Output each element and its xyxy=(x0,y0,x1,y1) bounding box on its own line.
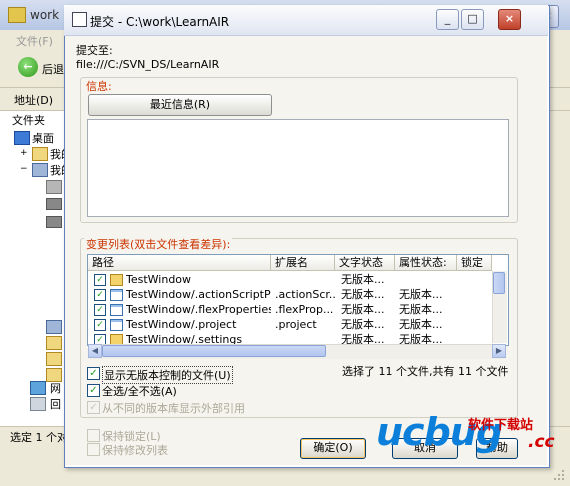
row-path: TestWindow/.project xyxy=(126,318,237,331)
submit-to-label: 提交至: xyxy=(76,44,113,57)
info-group-label: 信息: xyxy=(84,78,114,94)
row-property-status: 无版本... xyxy=(399,288,443,301)
drive-icon xyxy=(46,180,62,194)
watermark-domain: .cc xyxy=(528,432,555,452)
explorer-status-text: 选定 1 个对 xyxy=(10,431,68,444)
file-icon xyxy=(110,319,123,331)
explorer-title: work xyxy=(30,8,60,22)
collapse-icon[interactable]: − xyxy=(20,164,28,174)
scroll-left-icon[interactable]: ◀ xyxy=(88,344,102,358)
drive-icon xyxy=(46,320,62,334)
dialog-maximize-button[interactable]: □ xyxy=(461,9,484,30)
column-header-text-status[interactable]: 文字状态 xyxy=(335,255,395,271)
recycle-bin-icon xyxy=(30,397,46,411)
changes-group-label: 变更列表(双击文件查看差异): xyxy=(84,236,233,252)
documents-icon xyxy=(32,147,48,161)
expand-icon[interactable]: + xyxy=(20,148,28,158)
row-property-status: 无版本... xyxy=(399,303,443,316)
column-header-property-status[interactable]: 属性状态: xyxy=(395,255,457,271)
row-checkbox[interactable]: ✓ xyxy=(94,289,106,301)
select-all-checkbox[interactable]: ✓ xyxy=(87,384,100,397)
row-property-status xyxy=(399,272,454,287)
folder-icon xyxy=(110,274,123,286)
resize-grip-icon[interactable] xyxy=(550,466,566,482)
recent-messages-button[interactable]: 最近信息(R) xyxy=(88,94,272,116)
desktop-icon xyxy=(14,131,30,145)
keep-locks-checkbox xyxy=(87,429,100,442)
ok-button[interactable]: 确定(O) xyxy=(300,438,366,459)
selection-summary: 选择了 11 个文件,共有 11 个文件 xyxy=(342,365,509,378)
show-externals-label: 从不同的版本库显示外部引用 xyxy=(102,402,245,415)
column-header-lock[interactable]: 锁定 xyxy=(457,255,492,271)
table-row[interactable]: ✓ TestWindow/.actionScriptPro... .actionSc… xyxy=(88,287,492,302)
column-header-path[interactable]: 路径 xyxy=(88,255,271,271)
row-path: TestWindow/.actionScriptPro... xyxy=(126,288,271,301)
table-row[interactable]: ✓ TestWindow 无版本... xyxy=(88,272,492,287)
commit-message-input[interactable] xyxy=(87,119,509,217)
row-text-status: 无版本... xyxy=(341,318,385,331)
menu-file[interactable]: 文件(F) xyxy=(16,33,53,49)
keep-changelists-label: 保持修改列表 xyxy=(102,444,168,457)
row-text-status: 无版本... xyxy=(341,303,385,316)
back-arrow-icon[interactable]: ← xyxy=(18,57,38,77)
row-extension: .actionScr... xyxy=(275,288,335,301)
row-text-status: 无版本... xyxy=(341,273,385,286)
row-checkbox[interactable]: ✓ xyxy=(94,304,106,316)
horizontal-scroll-thumb[interactable] xyxy=(102,345,326,357)
computer-icon xyxy=(32,163,48,177)
dialog-close-button[interactable]: × xyxy=(498,9,521,30)
show-unversioned-label[interactable]: 显示无版本控制的文件(U) xyxy=(102,366,233,384)
keep-changelists-checkbox xyxy=(87,443,100,456)
row-extension xyxy=(275,272,335,287)
row-path: TestWindow/.flexProperties xyxy=(126,303,271,316)
drive-icon xyxy=(46,198,62,210)
watermark-tagline: 软件下载站 xyxy=(468,418,534,433)
submit-url: file:///C:/SVN_DS/LearnAIR xyxy=(76,58,220,71)
drive-icon xyxy=(46,216,62,228)
dialog-title: 提交 - C:\work\LearnAIR xyxy=(90,15,230,29)
file-icon xyxy=(110,289,123,301)
show-unversioned-checkbox[interactable]: ✓ xyxy=(87,367,100,380)
select-all-label[interactable]: 全选/全不选(A) xyxy=(102,383,177,399)
folder-icon xyxy=(46,336,62,350)
row-text-status: 无版本... xyxy=(341,288,385,301)
row-checkbox[interactable]: ✓ xyxy=(94,319,106,331)
app-icon xyxy=(72,12,87,27)
file-icon xyxy=(110,304,123,316)
row-checkbox[interactable]: ✓ xyxy=(94,274,106,286)
address-label: 地址(D) xyxy=(14,94,54,107)
dialog-minimize-button[interactable]: _ xyxy=(436,9,459,30)
folders-pane-title: 文件夹 xyxy=(12,114,45,127)
table-row[interactable]: ✓ TestWindow/.project .project 无版本... 无版本... xyxy=(88,317,492,332)
row-property-status: 无版本... xyxy=(399,318,443,331)
table-row[interactable]: ✓ TestWindow/.flexProperties .flexProp... 无… xyxy=(88,302,492,317)
back-button-label[interactable]: 后退 xyxy=(42,61,64,77)
row-extension: .flexProp... xyxy=(275,303,334,316)
row-path: TestWindow xyxy=(126,273,192,286)
show-externals-checkbox: ✓ xyxy=(87,401,100,414)
folder-icon xyxy=(8,7,26,23)
scroll-right-icon[interactable]: ▶ xyxy=(492,344,506,358)
folder-icon xyxy=(46,352,62,366)
row-extension: .project xyxy=(275,318,317,331)
column-header-extension[interactable]: 扩展名 xyxy=(271,255,335,271)
network-icon xyxy=(30,381,46,395)
vertical-scroll-thumb[interactable] xyxy=(493,272,505,294)
